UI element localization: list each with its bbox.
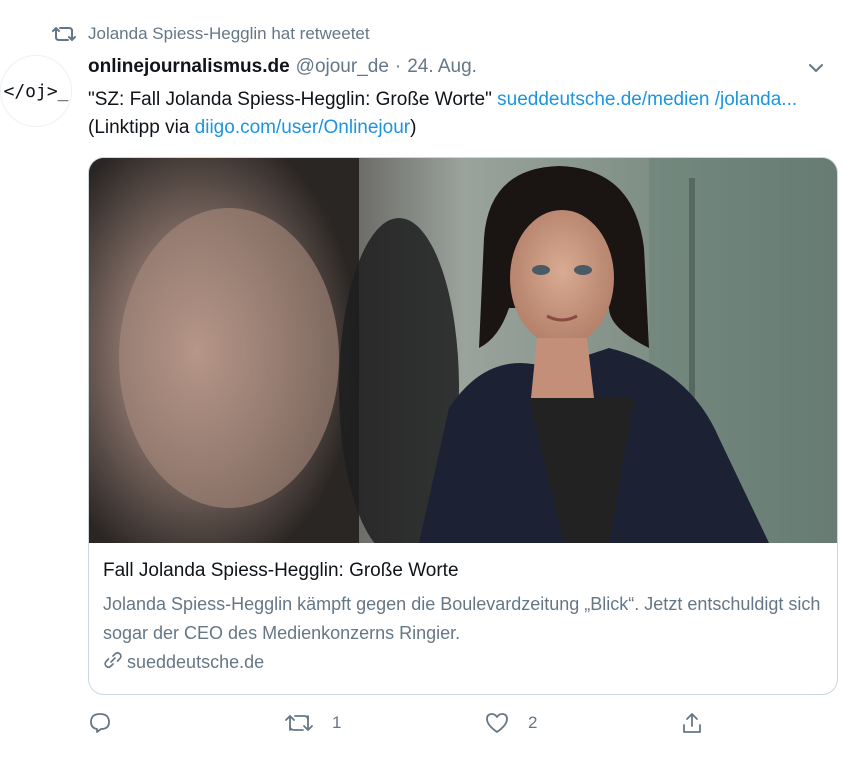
- separator: ·: [394, 56, 402, 77]
- retweet-count: 1: [332, 713, 342, 732]
- reply-button[interactable]: [88, 711, 130, 735]
- avatar[interactable]: </oj>_: [0, 55, 72, 127]
- retweet-button[interactable]: 1: [284, 711, 341, 735]
- tweet[interactable]: Jolanda Spiess-Hegglin hat retweetet </o…: [0, 0, 863, 766]
- share-icon: [680, 711, 704, 735]
- handle[interactable]: @ojour_de: [296, 56, 389, 78]
- chevron-down-icon[interactable]: [808, 60, 824, 78]
- tweet-header: onlinejournalismus.de @ojour_de · 24. Au…: [88, 56, 477, 78]
- retweet-icon: [284, 711, 314, 735]
- timestamp[interactable]: 24. Aug.: [407, 56, 477, 78]
- card-domain-text: sueddeutsche.de: [127, 652, 265, 672]
- social-context: Jolanda Spiess-Hegglin hat retweetet: [52, 24, 370, 44]
- card-title[interactable]: Fall Jolanda Spiess-Hegglin: Große Worte: [103, 558, 823, 584]
- tweet-text-part1: "SZ: Fall Jolanda Spiess-Hegglin: Große …: [88, 89, 498, 110]
- card-description: Jolanda Spiess-Hegglin kämpft gegen die …: [103, 594, 821, 643]
- like-icon: [484, 711, 510, 735]
- social-context-text[interactable]: Jolanda Spiess-Hegglin hat retweetet: [88, 24, 370, 44]
- avatar-text: </oj>_: [3, 80, 69, 102]
- tweet-link-diigo[interactable]: diigo.com/user/Onlinejour: [195, 117, 410, 138]
- card-image[interactable]: [89, 158, 837, 543]
- tweet-actions: 1 2: [88, 711, 728, 745]
- card-body: Fall Jolanda Spiess-Hegglin: Große Worte…: [103, 558, 823, 675]
- link-card[interactable]: Fall Jolanda Spiess-Hegglin: Große Worte…: [88, 157, 838, 695]
- tweet-link-sueddeutsche[interactable]: sueddeutsche.de/medien /jolanda...: [497, 89, 797, 110]
- card-domain: sueddeutsche.de: [103, 650, 823, 675]
- like-count: 2: [528, 713, 538, 732]
- tweet-text: "SZ: Fall Jolanda Spiess-Hegglin: Große …: [88, 86, 808, 142]
- link-icon: [103, 650, 123, 675]
- like-button[interactable]: 2: [484, 711, 537, 735]
- reply-icon: [88, 711, 112, 735]
- tweet-text-part2: (Linktipp via: [88, 117, 195, 138]
- tweet-text-part3: ): [410, 117, 417, 138]
- display-name[interactable]: onlinejournalismus.de: [88, 56, 290, 78]
- share-button[interactable]: [680, 711, 704, 735]
- retweet-icon: [52, 24, 76, 44]
